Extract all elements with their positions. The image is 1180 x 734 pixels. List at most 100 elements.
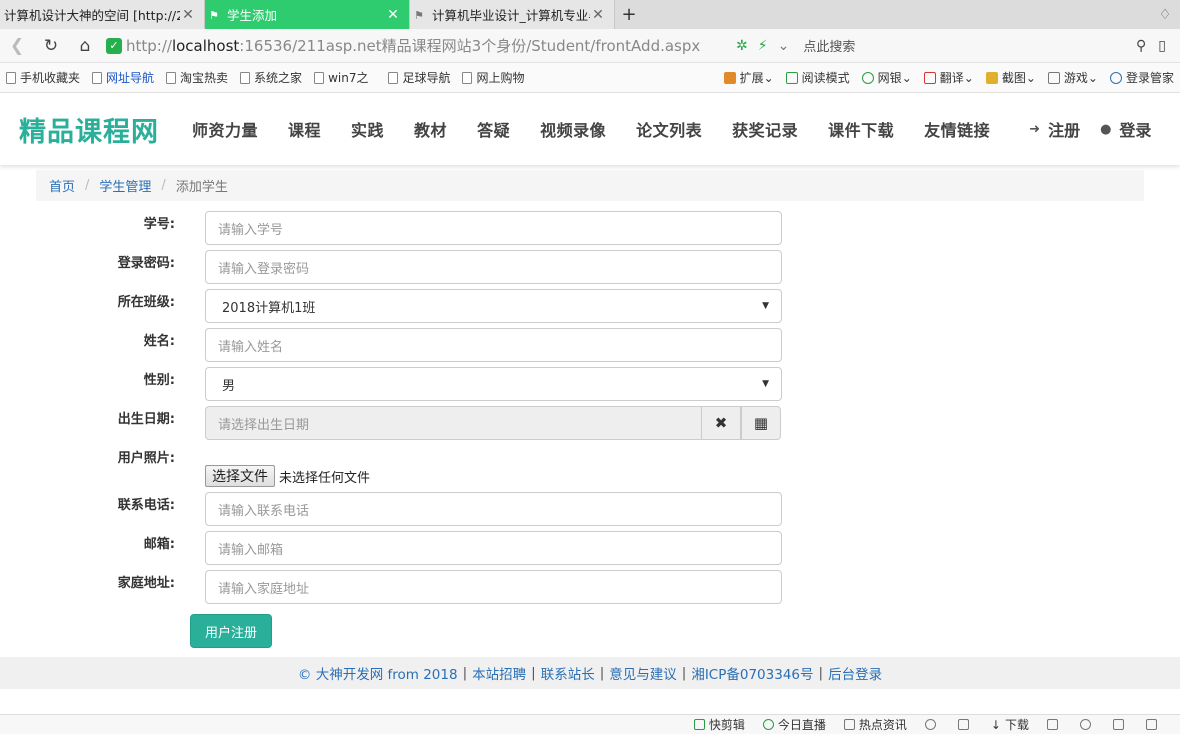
url-bar[interactable]: ✓ http://localhost:16536/211asp.net精品课程网… [106,33,716,59]
status-item-clip[interactable]: 快剪辑 [685,716,754,733]
status-item-flag[interactable] [1038,719,1071,730]
flag-icon: ⚑ [414,8,424,22]
status-label: 今日直播 [777,718,826,732]
address-extras: ✲ ⚡ ⌄ [736,38,789,54]
caret-down-icon: ▼ [762,301,769,311]
bookmark-item[interactable]: 网上购物 [456,69,530,86]
register-label: 注册 [1048,121,1081,140]
status-item-ie[interactable] [1071,719,1104,730]
bookmark-item[interactable]: 足球导航 [382,69,456,86]
menu-item-downloads[interactable]: 课件下载 [813,117,909,141]
login-link[interactable]: ● 登录 [1090,117,1161,141]
gamepad-icon [1047,71,1060,84]
student-no-input[interactable]: 请输入学号 [205,211,782,245]
phone-icon[interactable]: ▯ [1158,38,1166,54]
status-item-pin[interactable] [949,719,982,730]
calendar-button[interactable]: ▦ [741,406,781,440]
password-input[interactable]: 请输入登录密码 [205,250,782,284]
footer-link-icp[interactable]: 湘ICP备0703346号 [691,663,813,683]
bookmark-label: 阅读模式 [801,71,850,85]
bookmark-item[interactable]: win7之 [308,69,374,86]
menu-item-awards[interactable]: 获奖记录 [717,117,813,141]
site-logo[interactable]: 精品课程网 [19,110,159,149]
new-tab-button[interactable]: + [615,0,643,29]
search-icon[interactable]: ⚲ [1136,38,1146,54]
name-input[interactable]: 请输入姓名 [205,328,782,362]
browser-tab-1[interactable]: 计算机设计大神的空间 [http://2 ✕ [0,0,205,29]
footer-separator: | [818,665,824,681]
address-input[interactable]: 请输入家庭地址 [205,570,782,604]
menu-item-practice[interactable]: 实践 [336,117,399,141]
form-row-phone: 联系电话: 请输入联系电话 [0,492,1180,526]
bank-button[interactable]: 网银 ⌄ [856,69,918,86]
close-icon[interactable]: ✕ [385,7,401,23]
tab-title: 学生添加 [227,8,278,23]
status-item-window[interactable] [1104,719,1137,730]
menu-item-links[interactable]: 友情链接 [909,117,1005,141]
menu-item-textbooks[interactable]: 教材 [399,117,462,141]
page-icon [462,71,473,84]
gender-select[interactable]: 男 ▼ [205,367,782,401]
footer-link-jobs[interactable]: 本站招聘 [472,663,526,683]
status-item-news[interactable]: 热点资讯 [835,716,916,733]
extension-button[interactable]: 扩展 ⌄ [718,69,780,86]
footer-link-admin[interactable]: 后台登录 [828,663,882,683]
field-label: 出生日期: [117,412,175,427]
status-item-refresh[interactable] [916,719,949,730]
email-input[interactable]: 请输入邮箱 [205,531,782,565]
form-row-password: 登录密码: 请输入登录密码 [0,250,1180,284]
reader-mode-button[interactable]: 阅读模式 [780,69,856,86]
url-host: localhost [171,36,240,55]
footer-link-contact[interactable]: 联系站长 [541,663,595,683]
menu-item-qa[interactable]: 答疑 [462,117,525,141]
lightning-icon[interactable]: ⚡ [758,38,768,54]
register-submit-button[interactable]: 用户注册 [190,614,272,648]
breadcrumb-home[interactable]: 首页 [49,176,75,195]
class-select[interactable]: 2018计算机1班 ▼ [205,289,782,323]
status-item-live[interactable]: 今日直播 [754,716,835,733]
browser-tab-2[interactable]: ⚑ 学生添加 ✕ [205,0,410,29]
close-icon[interactable]: ✕ [180,7,196,23]
clear-date-button[interactable]: ✖ [701,406,741,440]
bookmark-item[interactable]: 淘宝热卖 [160,69,234,86]
page-icon [92,71,103,84]
phone-input[interactable]: 请输入联系电话 [205,492,782,526]
refresh-icon[interactable]: ↻ [34,29,68,63]
bookmark-label: 扩展 [739,71,764,85]
scissors-icon [985,71,998,84]
chevron-down-icon[interactable]: ⌄ [778,38,790,54]
shield-icon: ✓ [106,37,122,54]
footer-link-feedback[interactable]: 意见与建议 [609,663,677,683]
field-label: 家庭地址: [117,576,175,591]
bookmark-label: 淘宝热卖 [180,71,229,85]
bookmark-item[interactable]: 系统之家 [234,69,308,86]
screenshot-button[interactable]: 截图 ⌄ [980,69,1042,86]
status-label: 快剪辑 [708,718,745,732]
status-item-sound[interactable] [1137,719,1170,730]
phone-icon [6,71,16,84]
back-icon[interactable]: ❮ [0,29,34,63]
birthday-input[interactable]: 请选择出生日期 [205,406,702,440]
game-button[interactable]: 游戏 ⌄ [1042,69,1104,86]
status-item-download[interactable]: ↓ 下载 [982,716,1038,733]
bookmark-item[interactable]: 手机收藏夹 [0,69,86,86]
menu-item-courses[interactable]: 课程 [273,117,336,141]
menu-item-papers[interactable]: 论文列表 [621,117,717,141]
home-icon[interactable]: ⌂ [68,29,102,63]
shirt-icon[interactable]: ♢ [1150,0,1180,29]
register-link[interactable]: ➜ 注册 [1019,117,1090,141]
translate-button[interactable]: 翻译 ⌄ [918,69,980,86]
menu-item-videos[interactable]: 视频录像 [525,117,621,141]
account-menu: ➜ 注册 ● 登录 [1019,117,1161,141]
browser-tab-3[interactable]: ⚑ 计算机毕业设计_计算机专业毕业 ✕ [410,0,615,29]
login-label: 登录 [1119,121,1152,140]
breadcrumb-student-management[interactable]: 学生管理 [99,176,151,195]
bookmark-label: 足球导航 [402,71,451,85]
search-input[interactable]: 点此搜索 [803,36,1073,55]
choose-file-button[interactable]: 选择文件 [205,465,275,487]
clover-icon[interactable]: ✲ [736,38,748,54]
login-manager-button[interactable]: 登录管家 [1104,69,1180,86]
close-icon[interactable]: ✕ [590,7,606,23]
bookmark-item[interactable]: 网址导航 [86,69,160,86]
menu-item-teachers[interactable]: 师资力量 [177,117,273,141]
